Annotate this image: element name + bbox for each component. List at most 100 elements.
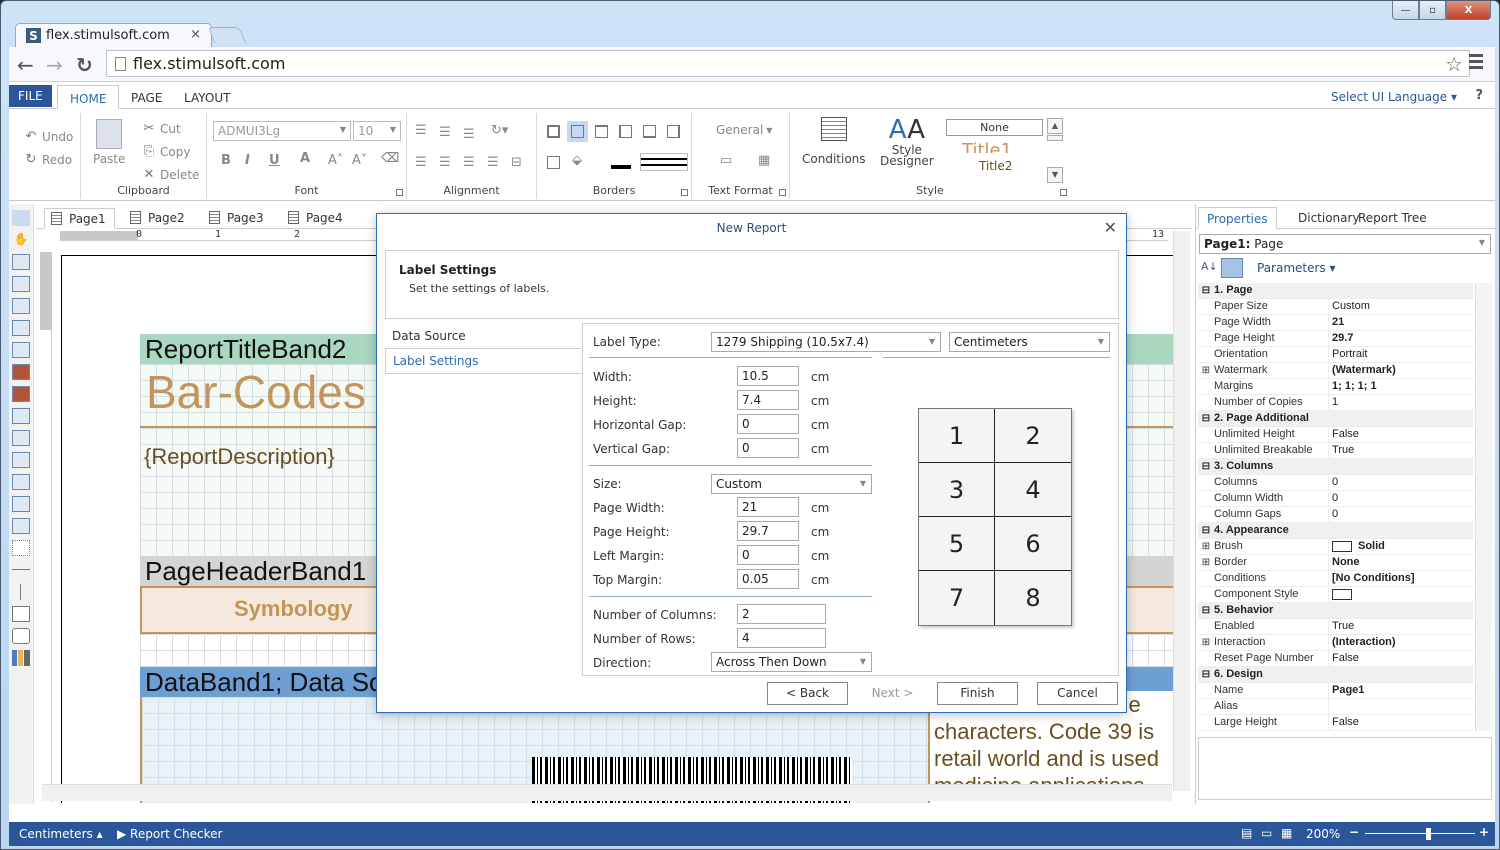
property-value[interactable]: True	[1328, 619, 1473, 634]
property-category[interactable]: ⊟ 3. Columns	[1198, 459, 1473, 475]
rotate-text-icon[interactable]: ↻▾	[491, 123, 508, 138]
browser-tab[interactable]: S flex.stimulsoft.com ×	[15, 23, 212, 47]
property-row[interactable]: Unlimited Height False	[1198, 427, 1473, 443]
sub-report-tool-icon[interactable]	[12, 408, 30, 424]
style-expand-icon[interactable]	[1047, 135, 1063, 141]
horizontal-gap-input[interactable]: 0	[737, 414, 799, 434]
property-value[interactable]: True	[1328, 443, 1473, 458]
property-row[interactable]: Orientation Portrait	[1198, 347, 1473, 363]
shrink-font-button[interactable]: A˅	[352, 153, 367, 168]
property-row[interactable]: ⊞ Watermark (Watermark)	[1198, 363, 1473, 379]
property-row[interactable]: Column Width 0	[1198, 491, 1473, 507]
property-row[interactable]: Unlimited Breakable True	[1198, 443, 1473, 459]
chart-tool-icon[interactable]	[12, 650, 30, 666]
collapse-icon[interactable]: ⊟	[1198, 459, 1214, 474]
property-category[interactable]: ⊟ 5. Behavior	[1198, 603, 1473, 619]
left-margin-input[interactable]: 0	[737, 545, 799, 565]
collapse-icon[interactable]: ⊟	[1198, 283, 1214, 298]
page-tab-page1[interactable]: Page1	[44, 208, 115, 229]
text-box-tool-icon[interactable]	[12, 474, 30, 490]
forward-icon[interactable]: →	[46, 53, 63, 77]
select-tool-icon[interactable]	[12, 210, 30, 226]
cut-button[interactable]: ✂ Cut	[141, 121, 181, 136]
eraser-icon[interactable]: ⌫	[381, 151, 399, 166]
property-value[interactable]: 21	[1328, 315, 1473, 330]
new-tab-button[interactable]	[208, 27, 246, 43]
table-tool-icon[interactable]	[12, 430, 30, 446]
size-select[interactable]: Custom ▼	[711, 474, 872, 494]
vertical-scrollbar[interactable]	[1173, 231, 1190, 791]
text-format-dropdown[interactable]: General ▼	[716, 123, 772, 137]
tab-close-icon[interactable]: ×	[190, 27, 201, 42]
property-value[interactable]: Portrait	[1328, 347, 1473, 362]
collapse-icon[interactable]: ⊟	[1198, 523, 1214, 538]
rich-text-tool-icon[interactable]	[12, 342, 30, 358]
collapse-icon[interactable]: ⊟	[1198, 603, 1214, 618]
border-color-icon[interactable]	[611, 157, 631, 169]
style-scroll-up-icon[interactable]: ▲	[1047, 118, 1063, 134]
property-value[interactable]: False	[1328, 427, 1473, 442]
property-row[interactable]: Margins 1; 1; 1; 1	[1198, 379, 1473, 395]
top-border-icon[interactable]	[595, 125, 608, 138]
sort-alphabetical-icon[interactable]: A↓	[1201, 260, 1218, 273]
select-ui-language-dropdown[interactable]: Select UI Language ▾	[1331, 90, 1457, 104]
band-tool-icon[interactable]	[12, 254, 30, 270]
units-select[interactable]: Centimeters ▼	[949, 332, 1110, 352]
property-value[interactable]: (Watermark)	[1328, 363, 1473, 378]
tab-home[interactable]: HOME	[57, 85, 120, 109]
report-description-text[interactable]: {ReportDescription}	[144, 444, 335, 470]
align-center-icon[interactable]: ☰	[439, 155, 451, 170]
property-grid-scrollbar[interactable]	[1475, 283, 1492, 731]
horizontal-scrollbar[interactable]	[42, 784, 1172, 801]
step-data-source[interactable]: Data Source	[385, 324, 581, 349]
property-row[interactable]: Page Width 21	[1198, 315, 1473, 331]
style-title2-item[interactable]: Title2	[979, 159, 1012, 173]
collapse-icon[interactable]: ⊟	[1198, 411, 1214, 426]
expand-icon[interactable]: ⊞	[1198, 363, 1214, 378]
right-border-icon[interactable]	[667, 125, 680, 138]
copy-button[interactable]: ⎘ Copy	[141, 144, 191, 159]
property-value[interactable]: 1	[1328, 395, 1473, 410]
font-name-select[interactable]: ADMUI3Lg ▼	[213, 121, 351, 141]
property-row[interactable]: ⊞ Brush Solid	[1198, 539, 1473, 555]
bookmark-star-icon[interactable]: ☆	[1445, 52, 1463, 76]
object-selector[interactable]: Page1: Page ▼	[1199, 234, 1491, 254]
property-value[interactable]: Page1	[1328, 683, 1473, 698]
back-button[interactable]: < Back	[767, 682, 848, 705]
label-type-select[interactable]: 1279 Shipping (10.5x7.4) ▼	[711, 332, 941, 352]
style-none-item[interactable]: None	[946, 119, 1043, 136]
back-icon[interactable]: ←	[17, 53, 34, 77]
align-bottom-icon[interactable]: ☰	[463, 127, 475, 142]
grow-font-button[interactable]: A˄	[328, 153, 343, 168]
step-label-settings[interactable]: Label Settings	[385, 349, 581, 374]
page-tab-page2[interactable]: Page2	[124, 208, 193, 229]
zoom-slider[interactable]	[1365, 833, 1475, 834]
system-text-tool-icon[interactable]	[12, 386, 30, 402]
border-settings-icon[interactable]	[547, 156, 560, 169]
underline-button[interactable]: U	[269, 153, 280, 168]
property-value[interactable]: False	[1328, 651, 1473, 666]
property-value[interactable]: Custom	[1328, 299, 1473, 314]
width-input[interactable]: 10.5	[737, 366, 799, 386]
fill-color-icon[interactable]: ⬙	[572, 153, 582, 168]
bottom-border-icon[interactable]	[643, 125, 656, 138]
align-middle-icon[interactable]: ☰	[439, 125, 451, 140]
style-dialog-launcher-icon[interactable]	[1060, 189, 1067, 196]
font-dialog-launcher-icon[interactable]	[396, 189, 403, 196]
property-value[interactable]: None	[1328, 555, 1473, 570]
undo-button[interactable]: ↶ Undo	[23, 129, 74, 144]
align-right-icon[interactable]: ☰	[463, 155, 475, 170]
delete-button[interactable]: ✕ Delete	[141, 167, 200, 182]
align-top-icon[interactable]: ☰	[415, 123, 427, 138]
text-in-cells-tool-icon[interactable]	[12, 364, 30, 380]
zoom-100-icon[interactable]: ▦	[1281, 826, 1292, 840]
number-of-columns-input[interactable]: 2	[737, 604, 826, 624]
property-row[interactable]: ⊞ Border None	[1198, 555, 1473, 571]
tab-properties[interactable]: Properties	[1198, 207, 1277, 229]
panel-tool-icon[interactable]	[12, 298, 30, 314]
text-tool-icon[interactable]	[12, 320, 30, 336]
maximize-button[interactable]: ▫	[1419, 1, 1446, 20]
browser-menu-icon[interactable]	[1469, 54, 1483, 72]
page-width-input[interactable]: 21	[737, 497, 799, 517]
vertical-gap-input[interactable]: 0	[737, 438, 799, 458]
